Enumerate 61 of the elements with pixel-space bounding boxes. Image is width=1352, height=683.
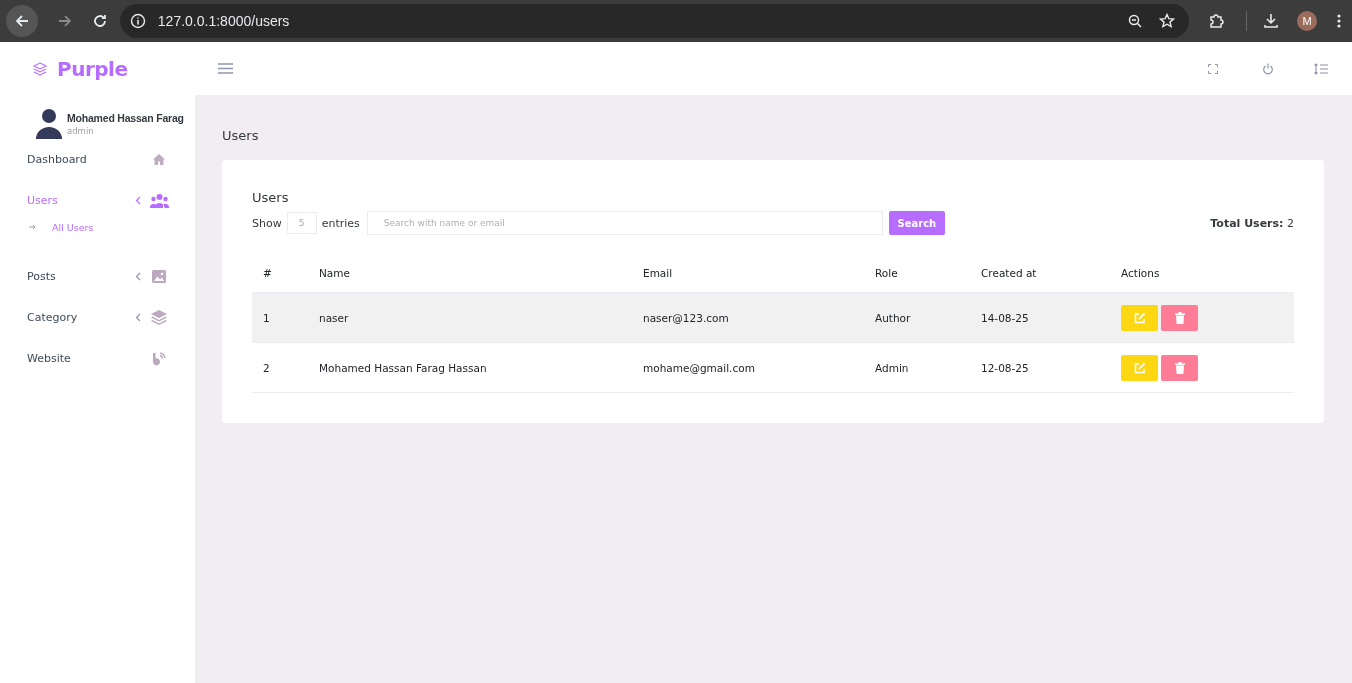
fullscreen-icon[interactable] — [1208, 63, 1218, 74]
star-icon[interactable] — [1159, 13, 1176, 29]
blog-icon — [152, 351, 166, 366]
forward-icon[interactable] — [56, 13, 73, 29]
table-cell: 14-08-25 — [970, 292, 1110, 343]
zoom-out-icon[interactable] — [1127, 13, 1144, 29]
menu-icon[interactable] — [1336, 13, 1342, 29]
edit-icon — [1133, 311, 1146, 324]
image-icon — [152, 270, 166, 283]
table-cell: mohame@gmail.com — [632, 342, 864, 393]
profile-name: Mohamed Hassan Farag — [67, 112, 184, 124]
power-icon[interactable] — [1262, 62, 1274, 75]
delete-button[interactable] — [1161, 304, 1198, 331]
sidebar-item[interactable]: Website — [0, 338, 195, 379]
search-button[interactable]: Search — [888, 211, 945, 235]
trash-icon — [1174, 311, 1185, 324]
page-title: Users — [222, 128, 260, 143]
home-icon — [153, 154, 165, 165]
table-cell: 12-08-25 — [970, 342, 1110, 393]
column-header: Actions — [1110, 254, 1294, 293]
table-cell: 2 — [252, 342, 308, 393]
column-header: Email — [632, 254, 864, 293]
table-cell: Author — [864, 292, 970, 343]
card-title: Users — [252, 190, 290, 205]
download-icon[interactable] — [1262, 12, 1281, 30]
column-header: Created at — [970, 254, 1110, 293]
profile-role: admin — [67, 126, 95, 136]
sidebar-item[interactable]: Category — [0, 297, 195, 338]
search-field[interactable]: Search with name or email — [366, 211, 883, 235]
profile-avatar[interactable]: M — [1297, 11, 1317, 31]
entries-label: entries — [321, 216, 360, 230]
submenu-item[interactable]: All Users — [52, 221, 94, 233]
users-icon — [149, 193, 169, 208]
brand-logo[interactable]: Purple — [57, 56, 128, 81]
sidebar-item[interactable]: Posts — [0, 256, 195, 297]
table-cell: naser@123.com — [632, 292, 864, 343]
total-users: Total Users: 2 — [1210, 216, 1294, 230]
arrow-right-icon — [29, 224, 36, 230]
info-icon[interactable] — [129, 13, 146, 29]
table-cell: 1 — [252, 292, 308, 343]
sidebar-item[interactable]: Dashboard — [0, 139, 195, 180]
address-bar[interactable]: 127.0.0.1:8000/users — [119, 4, 1190, 38]
delete-button[interactable] — [1161, 354, 1198, 381]
show-label: Show — [252, 216, 282, 230]
layers-icon — [151, 310, 167, 325]
table-cell: Mohamed Hassan Farag Hassan — [308, 342, 632, 393]
puzzle-icon[interactable] — [1208, 12, 1227, 30]
entries-field[interactable]: 5 — [286, 212, 317, 234]
layers-icon — [32, 60, 48, 77]
table-cell: Admin — [864, 342, 970, 393]
table-cell: naser — [308, 292, 632, 343]
trash-icon — [1174, 361, 1185, 374]
column-header: # — [252, 254, 308, 293]
edit-icon — [1133, 361, 1146, 374]
column-header: Name — [308, 254, 632, 293]
user-silhouette-icon — [36, 109, 62, 139]
back-icon[interactable] — [6, 5, 38, 37]
list-icon[interactable] — [1314, 62, 1328, 75]
sidebar-item[interactable]: Users — [0, 180, 195, 221]
reload-icon[interactable] — [91, 13, 108, 29]
column-header: Role — [864, 254, 970, 293]
